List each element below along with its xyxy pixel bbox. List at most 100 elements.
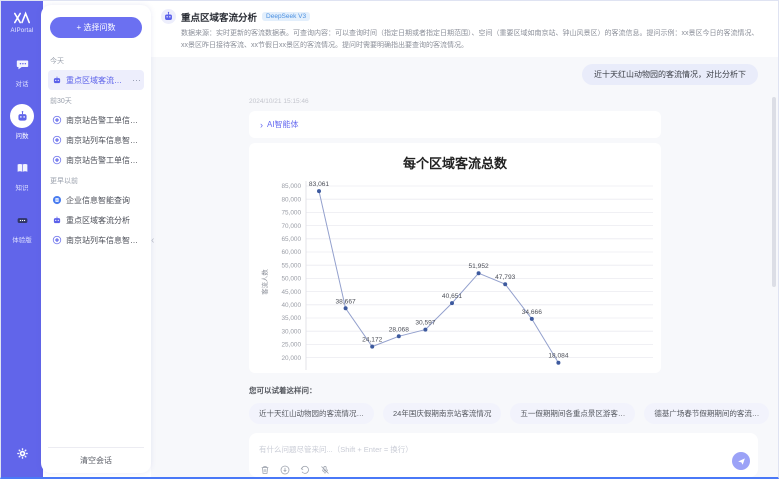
rail-item-chat[interactable]: 对话 [10,52,34,88]
chevron-right-icon: › [260,120,263,130]
svg-text:18,084: 18,084 [548,353,569,360]
message-timestamp: 2024/10/21 15:15:46 [249,98,758,105]
svg-text:38,667: 38,667 [336,298,357,305]
rail-item-label: 知识 [16,182,29,192]
conversation-label: 重点区域客流分析 [66,215,140,226]
trash-icon[interactable] [259,464,270,475]
rail-item-label: 体验版 [12,234,32,244]
conversation-item[interactable]: 重点区域客流分析 [48,210,144,230]
settings-gear-icon[interactable] [16,447,29,465]
rail-item-label: 问数 [16,130,29,140]
suggestion-chip[interactable]: 近十天红山动物园的客流情况… [249,403,374,424]
conversation-sidebar: + 选择问数 今天 重点区域客流分析 ⋯ 前30天 南京站告警工单信息查询 南京… [41,5,151,473]
suggestion-chip[interactable]: 24年国庆假期南京站客流情况 [383,403,501,424]
section-title-today: 今天 [50,56,142,66]
ask-data-icon [10,104,34,128]
chat-scrollbar[interactable] [772,97,776,287]
chart-card: 每个区域客流总数 85,000 80,000 75,000 70,000 65,000 6… [249,143,661,373]
conversation-label: 南京站列车信息智能查询 [66,135,140,146]
suggestion-chips: 近十天红山动物园的客流情况… 24年国庆假期南京站客流情况 五一假期期间各重点景… [249,403,758,424]
visitor-line-chart: 85,000 80,000 75,000 70,000 65,000 60,000 55,0… [251,174,659,370]
logo-text: AIPortal [11,28,34,34]
suggestions-label: 您可以试着这样问： [249,385,758,396]
conversation-label: 南京站告警工单信息查询 [66,115,140,126]
rail-item-knowledge[interactable]: 知识 [10,156,34,192]
agent-description: 数据来源：实时更新的客流数据表。可查询内容：可以查询时间（指定日期或者指定日期范… [161,28,764,51]
section-title-earlier: 更早以前 [50,176,142,186]
page-title: 重点区域客流分析 [181,10,257,24]
svg-text:47,793: 47,793 [495,274,516,281]
rail-item-label: 对话 [16,78,29,88]
enterprise-icon [52,195,62,205]
svg-text:60,000: 60,000 [281,249,301,256]
chart-title: 每个区域客流总数 [251,153,659,172]
conversation-item[interactable]: 南京站列车信息智能查询 [48,130,144,150]
svg-text:34,666: 34,666 [522,309,543,316]
conversation-label: 南京站告警工单信息查询 [66,155,140,166]
svg-text:35,000: 35,000 [281,315,301,322]
undo-icon[interactable] [299,464,310,475]
paper-plane-icon [737,457,746,466]
agent-steps-label: AI智能体 [267,119,299,130]
knowledge-icon [10,156,34,180]
message-input-card [249,433,758,477]
conversation-item[interactable]: 南京站告警工单信息查询 [48,150,144,170]
conversation-label: 企业信息智能查询 [66,195,140,206]
suggestion-chip[interactable]: 五一假期期间各重点景区游客… [510,403,635,424]
main-panel: 重点区域客流分析 DeepSeek V3 数据来源：实时更新的客流数据表。可查询… [151,1,778,477]
conversation-item-active[interactable]: 重点区域客流分析 ⋯ [48,70,144,90]
svg-text:51,952: 51,952 [469,263,490,270]
chat-icon [10,52,34,76]
section-title-last30: 前30天 [50,96,142,106]
model-badge: DeepSeek V3 [262,12,310,21]
svg-text:28,068: 28,068 [389,326,410,333]
logo-icon [13,11,31,25]
svg-text:83,061: 83,061 [309,181,330,188]
conversation-item[interactable]: 南京站列车信息智能查询 [48,230,144,250]
svg-text:70,000: 70,000 [281,223,301,230]
conversation-more-icon[interactable]: ⋯ [132,75,140,86]
nav-rail: AIPortal 对话 问数 知识 体验版 [1,1,43,477]
message-input[interactable] [259,445,699,454]
trial-badge-icon [10,208,34,232]
new-ask-button[interactable]: + 选择问数 [50,17,142,38]
svg-text:25,000: 25,000 [281,342,301,349]
conversation-label: 南京站列车信息智能查询 [66,235,140,246]
agent-header: 重点区域客流分析 DeepSeek V3 数据来源：实时更新的客流数据表。可查询… [151,1,778,57]
svg-text:55,000: 55,000 [281,262,301,269]
agent-circle-icon [52,155,62,165]
svg-text:75,000: 75,000 [281,210,301,217]
download-circle-icon[interactable] [279,464,290,475]
svg-text:45,000: 45,000 [281,289,301,296]
agent-circle-icon [52,115,62,125]
svg-text:40,000: 40,000 [281,302,301,309]
user-message-bubble: 近十天红山动物园的客流情况，对比分析下 [582,64,758,85]
svg-text:80,000: 80,000 [281,196,301,203]
robot-icon [52,75,62,85]
suggestion-chip[interactable]: 德基广场春节假期期间的客流… [644,403,769,424]
clear-session-button[interactable]: 清空会话 [48,447,144,473]
svg-text:20,000: 20,000 [281,355,301,362]
svg-text:30,597: 30,597 [415,320,436,327]
svg-text:30,000: 30,000 [281,328,301,335]
conversation-label: 重点区域客流分析 [66,75,128,86]
robot-icon [163,11,174,22]
svg-text:50,000: 50,000 [281,276,301,283]
send-button[interactable] [732,452,750,470]
conversation-item[interactable]: 企业信息智能查询 [48,190,144,210]
sidebar-collapse-handle[interactable]: ‹ [151,235,154,246]
svg-text:85,000: 85,000 [281,183,301,190]
conversation-item[interactable]: 南京站告警工单信息查询 [48,110,144,130]
rail-item-trial[interactable]: 体验版 [10,208,34,244]
agent-circle-icon [52,135,62,145]
chat-area: 近十天红山动物园的客流情况，对比分析下 2024/10/21 15:15:46 … [151,57,778,477]
robot-icon [52,215,62,225]
svg-text:40,651: 40,651 [442,293,463,300]
app-window: AIPortal 对话 问数 知识 体验版 [0,0,779,479]
agent-steps-collapser[interactable]: › AI智能体 [249,111,661,138]
svg-text:客流人数: 客流人数 [260,269,269,295]
app-logo: AIPortal [11,11,34,34]
svg-text:65,000: 65,000 [281,236,301,243]
mic-off-icon[interactable] [319,464,330,475]
rail-item-ask-data[interactable]: 问数 [10,104,34,140]
